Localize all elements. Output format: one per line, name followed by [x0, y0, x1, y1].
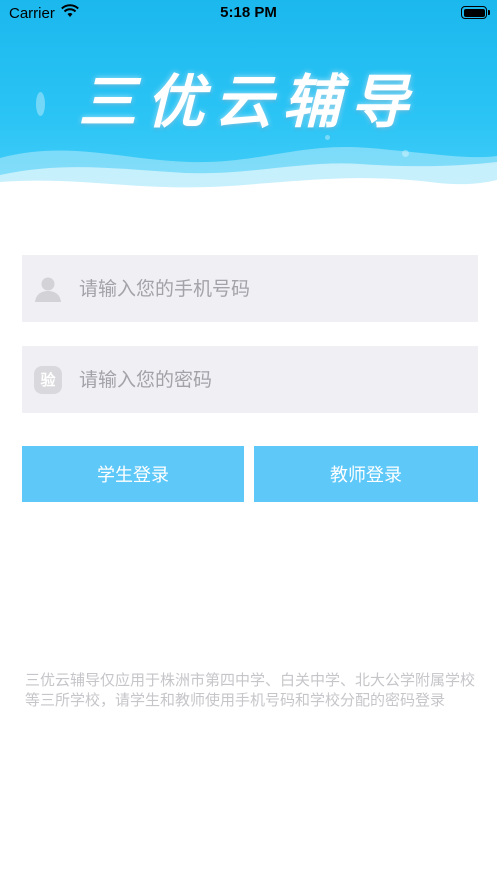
status-time: 5:18 PM [220, 4, 277, 21]
phone-input[interactable] [79, 268, 439, 309]
verify-badge: 验 [34, 365, 62, 394]
app-title: 三优云辅导 [78, 68, 419, 136]
phone-field[interactable] [22, 255, 478, 322]
login-screen: Carrier 5:18 PM 三优云辅导 请输入您的手机号码 验 学生登录 教… [0, 0, 497, 883]
battery-icon [461, 6, 490, 19]
user-icon [32, 273, 64, 305]
password-field[interactable]: 验 [22, 346, 478, 413]
header-banner: Carrier 5:18 PM 三优云辅导 [0, 0, 497, 200]
usage-notice: 三优云辅导仅应用于株洲市第四中学、白关中学、北大公学附属学校等三所学校，请学生和… [25, 671, 476, 709]
status-bar: Carrier 5:18 PM [0, 0, 497, 26]
password-input[interactable] [79, 359, 439, 400]
student-login-button[interactable]: 学生登录 [22, 446, 244, 502]
teacher-login-button[interactable]: 教师登录 [254, 446, 478, 502]
verify-icon: 验 [32, 364, 64, 396]
